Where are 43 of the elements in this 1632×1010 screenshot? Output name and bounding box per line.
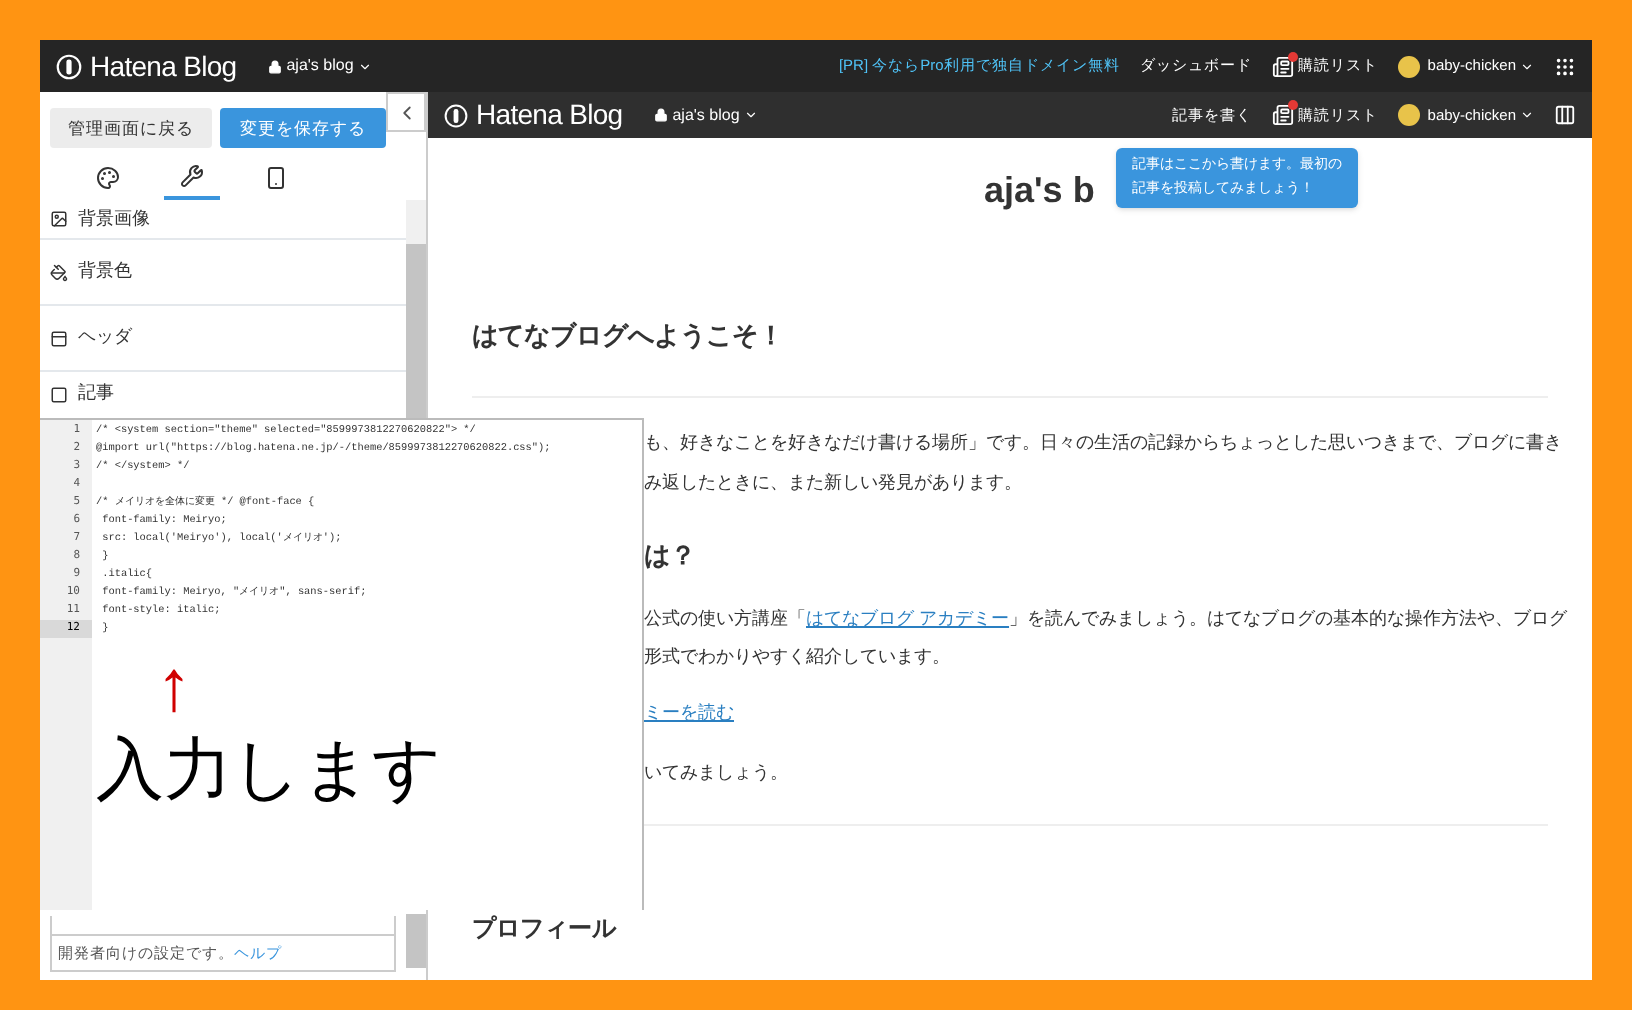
collapse-button[interactable] bbox=[386, 92, 426, 132]
wrench-icon bbox=[180, 164, 204, 188]
image-icon bbox=[50, 210, 68, 228]
scrollbar-thumb[interactable] bbox=[406, 914, 426, 968]
logo-icon bbox=[444, 103, 468, 127]
blog-menu[interactable]: aja's blog bbox=[268, 54, 372, 78]
apps-icon[interactable] bbox=[1554, 55, 1576, 77]
section-heading: は？ bbox=[644, 537, 696, 573]
academy-link[interactable]: はてなブログ アカデミー bbox=[806, 607, 1010, 627]
annotation-caption: 入力します bbox=[96, 730, 442, 810]
newspaper-icon bbox=[1271, 104, 1294, 126]
lock-icon bbox=[654, 108, 669, 122]
caret-icon bbox=[1520, 59, 1534, 73]
paint-icon bbox=[50, 263, 68, 281]
avatar-icon bbox=[1397, 104, 1420, 126]
logo-text[interactable]: Hatena Blog bbox=[90, 45, 237, 87]
caret-icon bbox=[357, 59, 372, 73]
section-item[interactable]: 記事 bbox=[40, 372, 406, 416]
blog-menu[interactable]: aja's blog bbox=[654, 103, 758, 127]
profile-heading: プロフィール bbox=[472, 911, 616, 945]
caret-icon bbox=[743, 108, 758, 122]
phone-icon bbox=[264, 166, 288, 190]
section-item[interactable]: 背景画像 bbox=[40, 200, 406, 240]
annotation-arrow: ↑ bbox=[156, 646, 192, 726]
lock-icon bbox=[268, 59, 283, 73]
logo-icon bbox=[56, 53, 82, 79]
palette-icon bbox=[96, 166, 120, 190]
columns-icon[interactable] bbox=[1554, 104, 1576, 126]
caret-icon bbox=[1520, 108, 1534, 122]
article-heading: はてなブログへようこそ！ bbox=[472, 318, 784, 354]
back-button[interactable]: 管理画面に戻る bbox=[50, 108, 212, 148]
logo-text[interactable]: Hatena Blog bbox=[476, 94, 623, 136]
avatar-icon bbox=[1397, 55, 1420, 77]
header-icon bbox=[50, 329, 68, 347]
paragraph-text: 公式の使い方講座「はてなブログ アカデミー」を読んでみましょう。はてなブログの基本的な操作方法や、ブログ bbox=[644, 605, 1568, 632]
read-link[interactable]: ミーを読む bbox=[644, 700, 734, 727]
paragraph-text: 形式でわかりやすく紹介しています。 bbox=[644, 643, 950, 669]
paragraph-text: も、好きなことを好きなだけ書ける場所」です。日々の生活の記録からちょっとした思いつきまで、ブログに書き bbox=[644, 430, 1562, 456]
scrollbar[interactable] bbox=[406, 200, 426, 418]
newspaper-icon bbox=[1271, 55, 1294, 77]
paragraph-text: いてみましょう。 bbox=[644, 760, 788, 786]
paragraph-text: み返したときに、また新しい発見があります。 bbox=[644, 470, 1022, 496]
blog-title: aja's b bbox=[984, 168, 1095, 214]
